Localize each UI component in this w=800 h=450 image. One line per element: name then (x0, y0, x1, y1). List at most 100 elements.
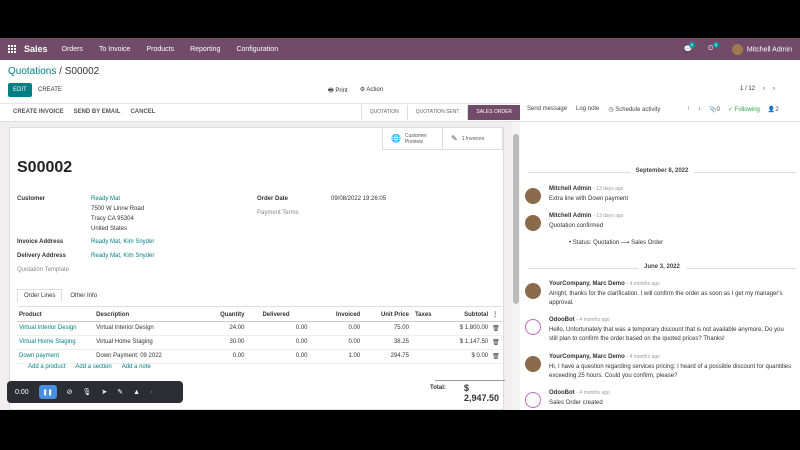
line-product[interactable]: Down payment (17, 349, 95, 364)
schedule-activity-button[interactable]: ◷ Schedule activity (608, 106, 660, 113)
line-description[interactable]: Down Payment: 09 2022 (94, 349, 192, 364)
line-product[interactable]: Virtual Interior Design (17, 321, 95, 336)
col-invoiced[interactable]: Invoiced (309, 309, 363, 322)
create-invoice-button[interactable]: CREATE INVOICE (13, 109, 64, 115)
add-note-link[interactable]: Add a note (122, 364, 151, 370)
invoice-address-value[interactable]: Ready Mat, Kim Snyder (91, 239, 154, 245)
line-product[interactable]: Virtual Home Staging (17, 335, 95, 350)
message-author[interactable]: OdooBot (549, 390, 575, 396)
cancel-button[interactable]: CANCEL (130, 109, 155, 115)
avatar[interactable] (525, 215, 541, 231)
send-by-email-button[interactable]: SEND BY EMAIL (74, 109, 121, 115)
following-button[interactable]: ✓ Following (728, 106, 760, 113)
cursor-icon[interactable]: ➤ (101, 388, 107, 396)
add-product-link[interactable]: Add a product (28, 364, 65, 370)
line-quantity[interactable]: 0.00 (191, 349, 247, 364)
odoobot-avatar[interactable] (525, 319, 541, 335)
pause-icon[interactable]: ❚❚ (38, 385, 57, 399)
col-unit-price[interactable]: Unit Price (362, 309, 411, 322)
delivery-address-value[interactable]: Ready Mat, Kim Snyder (91, 253, 154, 259)
arrow-up-icon[interactable]: ↑ (687, 106, 690, 113)
col-subtotal[interactable]: Subtotal (441, 309, 491, 322)
invoices-button[interactable]: ✎ 1 Invoices (443, 128, 503, 150)
trash-icon[interactable]: 🗑 (490, 335, 502, 350)
message-author[interactable]: YourCompany, Marc Demo (549, 281, 625, 287)
breadcrumb-quotations[interactable]: Quotations (8, 66, 56, 77)
camera-off-icon[interactable]: ⊘ (67, 388, 73, 396)
table-row[interactable]: Virtual Home Staging Virtual Home Stagin… (17, 335, 502, 350)
user-menu[interactable]: Mitchell Admin (731, 43, 792, 55)
add-section-link[interactable]: Add a section (75, 364, 111, 370)
col-delivered[interactable]: Delivered (246, 309, 310, 322)
customer-preview-button[interactable]: 🌐 Customer Preview (383, 128, 443, 150)
line-taxes[interactable] (410, 335, 442, 350)
message-author[interactable]: OdooBot (549, 317, 575, 323)
followers-button[interactable]: 👤2 (768, 106, 779, 113)
total-value: $ 2,947.50 (464, 383, 500, 403)
trash-icon[interactable]: 🗑 (490, 321, 502, 336)
col-description[interactable]: Description (94, 309, 192, 322)
pager-prev-icon[interactable]: ‹ (763, 86, 765, 92)
edit-button[interactable]: EDIT (8, 83, 32, 97)
create-button[interactable]: CREATE (38, 83, 62, 97)
day-separator-label: June 3, 2022 (638, 264, 686, 270)
tab-order-lines[interactable]: Order Lines (17, 289, 63, 302)
col-product[interactable]: Product (17, 309, 95, 322)
activity-icon[interactable]: ⏲ 8 (708, 42, 720, 53)
line-taxes[interactable] (410, 349, 442, 364)
order-date-value[interactable]: 09/08/2022 19:26:05 (331, 196, 386, 202)
odoobot-avatar[interactable] (525, 392, 541, 408)
customer-name[interactable]: Ready Mat (91, 196, 120, 202)
avatar[interactable] (525, 188, 541, 204)
menu-products[interactable]: Products (146, 46, 174, 53)
line-unit-price[interactable]: 294.75 (362, 349, 411, 364)
globe-icon: 🌐 (391, 134, 401, 143)
message-author[interactable]: YourCompany, Marc Demo (549, 354, 625, 360)
form-scrollbar[interactable] (512, 122, 520, 410)
menu-configuration[interactable]: Configuration (236, 46, 278, 53)
column-options-icon[interactable]: ⋮ (490, 309, 502, 322)
messaging-icon[interactable]: 💬 6 (684, 42, 696, 53)
send-message-button[interactable]: Send message (527, 106, 567, 113)
attachment-button[interactable]: 📎0 (709, 106, 720, 113)
scrollbar-thumb[interactable] (513, 134, 519, 304)
line-unit-price[interactable]: 75.00 (362, 321, 411, 336)
line-description[interactable]: Virtual Home Staging (94, 335, 192, 350)
trash-icon[interactable]: 🗑 (490, 349, 502, 364)
tab-other-info[interactable]: Other Info (63, 289, 104, 302)
print-button[interactable]: 🖶 Print (328, 86, 348, 96)
pager-value[interactable]: 1 / 12 (740, 86, 755, 92)
col-quantity[interactable]: Quantity (191, 309, 247, 322)
avatar[interactable] (525, 356, 541, 372)
line-description[interactable]: Virtual Interior Design (94, 321, 192, 336)
message-author[interactable]: Mitchell Admin (549, 186, 591, 192)
pen-icon[interactable]: ✎ (117, 388, 123, 396)
action-button[interactable]: ⚙ Action (360, 86, 383, 96)
table-row[interactable]: Down payment Down Payment: 09 2022 0.00 … (17, 349, 502, 364)
line-quantity[interactable]: 30.00 (191, 335, 247, 350)
menu-to-invoice[interactable]: To Invoice (99, 46, 131, 53)
line-unit-price[interactable]: 38.25 (362, 335, 411, 350)
user-name: Mitchell Admin (746, 45, 792, 53)
menu-orders[interactable]: Orders (62, 46, 83, 53)
mic-off-icon[interactable]: 🎙 (83, 388, 92, 396)
message-author[interactable]: Mitchell Admin (549, 213, 591, 219)
menu-reporting[interactable]: Reporting (190, 46, 220, 53)
col-taxes[interactable]: Taxes (410, 309, 442, 322)
customer-preview-label: Customer Preview (404, 132, 427, 145)
apps-menu-icon[interactable] (8, 45, 18, 53)
step-sales-order[interactable]: SALES ORDER (467, 105, 520, 120)
line-quantity[interactable]: 24.00 (191, 321, 247, 336)
pager-next-icon[interactable]: › (773, 86, 775, 92)
following-label: Following (734, 107, 760, 113)
highlighter-icon[interactable]: ▲ (133, 389, 140, 396)
step-quotation[interactable]: QUOTATION (360, 105, 407, 120)
log-note-button[interactable]: Log note (576, 106, 599, 113)
line-taxes[interactable] (410, 321, 442, 336)
step-quotation-sent[interactable]: QUOTATION SENT (406, 105, 468, 120)
arrow-down-icon[interactable]: ↓ (698, 106, 701, 113)
avatar[interactable] (525, 283, 541, 299)
table-row[interactable]: Virtual Interior Design Virtual Interior… (17, 321, 502, 336)
collapse-icon[interactable]: ‹ (150, 389, 152, 396)
app-name[interactable]: Sales (24, 44, 48, 54)
